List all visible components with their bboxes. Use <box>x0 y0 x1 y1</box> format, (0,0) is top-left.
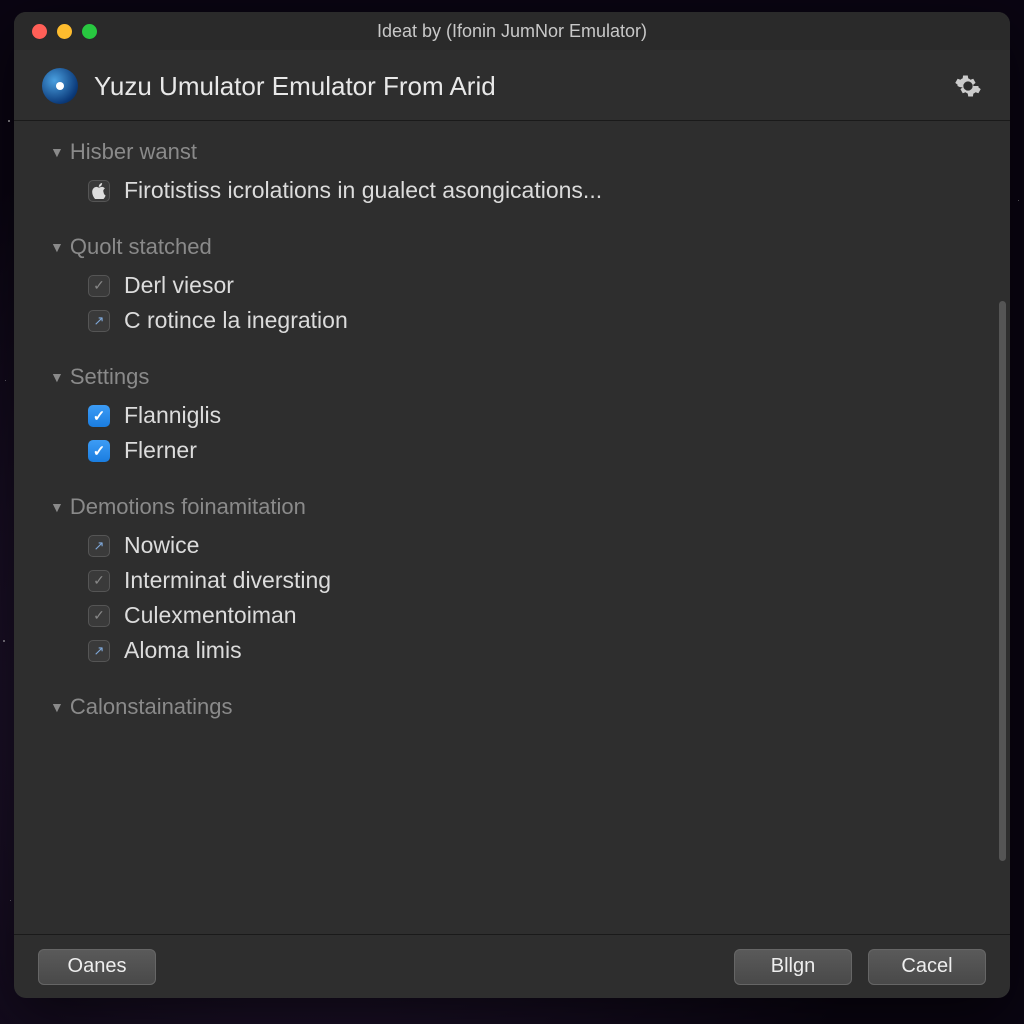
item-label: Aloma limis <box>124 637 242 664</box>
content-area: ▼ Hisber wanst Firotistiss icrolations in … <box>14 121 1010 934</box>
page-title: Yuzu Umulator Emulator From Arid <box>94 71 938 102</box>
list-item[interactable]: Derl viesor <box>50 268 974 303</box>
cancel-button[interactable]: Cacel <box>868 949 986 985</box>
checkbox-checked[interactable] <box>88 405 110 427</box>
item-label: Culexmentoiman <box>124 602 297 629</box>
section: ▼ Hisber wanst Firotistiss icrolations in … <box>50 139 974 208</box>
traffic-lights <box>32 24 97 39</box>
app-logo-icon <box>42 68 78 104</box>
section-title: Quolt statched <box>70 234 212 260</box>
footer-bar: Oanes Bllgn Cacel <box>14 934 1010 998</box>
left-button[interactable]: Oanes <box>38 949 156 985</box>
list-item[interactable]: Firotistiss icrolations in gualect asong… <box>50 173 974 208</box>
section-header[interactable]: ▼ Demotions foinamitation <box>50 494 974 520</box>
list-item[interactable]: Aloma limis <box>50 633 974 668</box>
list-item[interactable]: Culexmentoiman <box>50 598 974 633</box>
option-icon[interactable] <box>88 535 110 557</box>
apple-icon[interactable] <box>88 180 110 202</box>
chevron-down-icon: ▼ <box>50 699 64 715</box>
option-icon[interactable] <box>88 310 110 332</box>
section-header[interactable]: ▼ Calonstainatings <box>50 694 974 720</box>
chevron-down-icon: ▼ <box>50 239 64 255</box>
primary-button[interactable]: Bllgn <box>734 949 852 985</box>
header-bar: Yuzu Umulator Emulator From Arid <box>14 50 1010 121</box>
section-header[interactable]: ▼ Hisber wanst <box>50 139 974 165</box>
list-item[interactable]: C rotince la inegration <box>50 303 974 338</box>
chevron-down-icon: ▼ <box>50 499 64 515</box>
section-title: Hisber wanst <box>70 139 197 165</box>
list-item[interactable]: Nowice <box>50 528 974 563</box>
item-label: Flanniglis <box>124 402 221 429</box>
item-label: C rotince la inegration <box>124 307 348 334</box>
section-title: Calonstainatings <box>70 694 233 720</box>
section: ▼ Quolt statched Derl viesor C rotince la i… <box>50 234 974 338</box>
section: ▼ Settings Flanniglis Flerner <box>50 364 974 468</box>
checkbox[interactable] <box>88 605 110 627</box>
list-item[interactable]: Interminat diversting <box>50 563 974 598</box>
zoom-button[interactable] <box>82 24 97 39</box>
minimize-button[interactable] <box>57 24 72 39</box>
app-window: Ideat by (Ifonin JumNor Emulator) Yuzu U… <box>14 12 1010 998</box>
titlebar: Ideat by (Ifonin JumNor Emulator) <box>14 12 1010 50</box>
section-title: Settings <box>70 364 150 390</box>
list-item[interactable]: Flerner <box>50 433 974 468</box>
option-icon[interactable] <box>88 640 110 662</box>
section: ▼ Demotions foinamitation Nowice Interminat… <box>50 494 974 668</box>
gear-icon[interactable] <box>954 72 982 100</box>
section-header[interactable]: ▼ Quolt statched <box>50 234 974 260</box>
checkbox[interactable] <box>88 570 110 592</box>
item-label: Flerner <box>124 437 197 464</box>
close-button[interactable] <box>32 24 47 39</box>
section-header[interactable]: ▼ Settings <box>50 364 974 390</box>
chevron-down-icon: ▼ <box>50 144 64 160</box>
item-label: Firotistiss icrolations in gualect asong… <box>124 177 602 204</box>
chevron-down-icon: ▼ <box>50 369 64 385</box>
checkbox[interactable] <box>88 275 110 297</box>
scrollbar[interactable] <box>999 301 1006 861</box>
item-label: Nowice <box>124 532 199 559</box>
section: ▼ Calonstainatings <box>50 694 974 720</box>
item-label: Interminat diversting <box>124 567 331 594</box>
checkbox-checked[interactable] <box>88 440 110 462</box>
item-label: Derl viesor <box>124 272 234 299</box>
list-item[interactable]: Flanniglis <box>50 398 974 433</box>
section-title: Demotions foinamitation <box>70 494 306 520</box>
window-title: Ideat by (Ifonin JumNor Emulator) <box>14 21 1010 42</box>
